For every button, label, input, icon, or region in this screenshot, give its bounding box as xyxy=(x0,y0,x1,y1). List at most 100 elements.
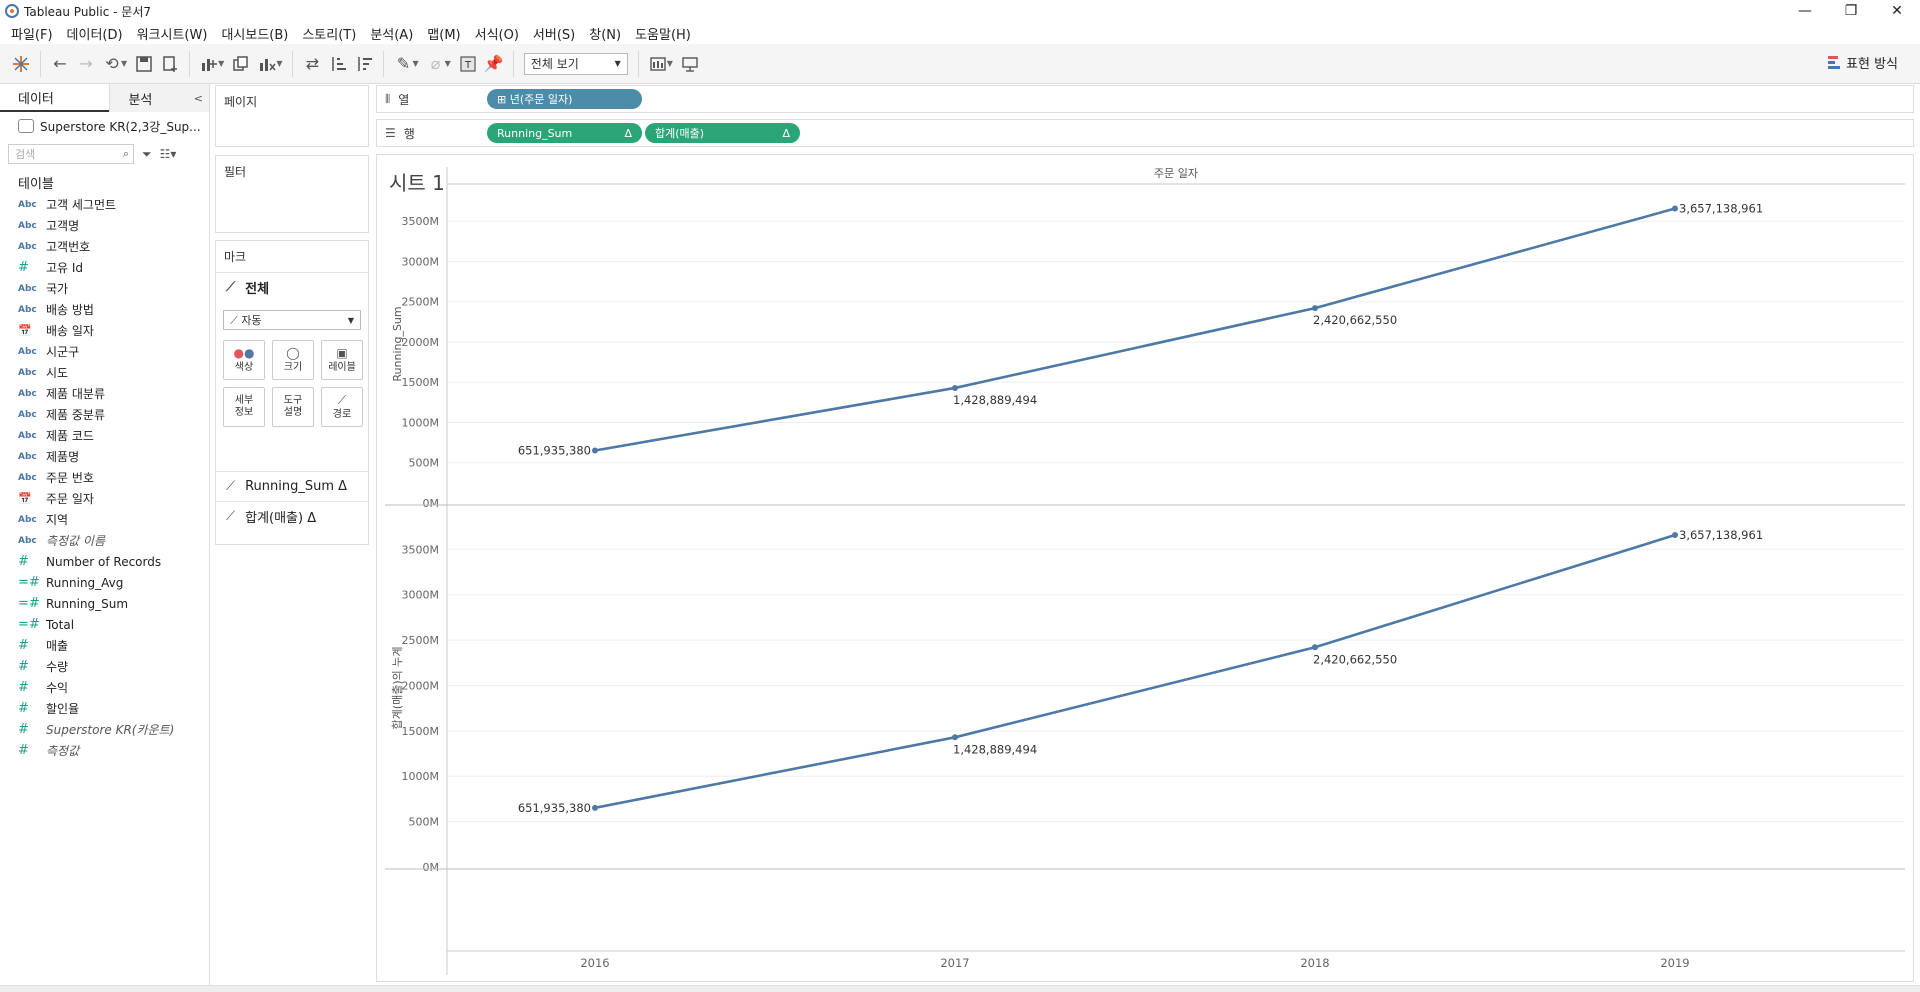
sort-ascending-icon[interactable] xyxy=(325,51,351,77)
measures-field[interactable]: # 수량 xyxy=(0,656,209,677)
marks-all-row[interactable]: ⟋ 전체 xyxy=(216,272,368,302)
filter-icon[interactable]: ⏷ xyxy=(142,147,152,162)
dimensions-field[interactable]: Abc 측정값 이름 xyxy=(0,530,209,551)
size-button[interactable]: ◯ 크기 xyxy=(272,340,314,380)
data-label: 1,428,889,494 xyxy=(953,393,1037,407)
chevron-down-icon[interactable]: ▼ xyxy=(218,59,224,68)
color-button[interactable]: ●● 색상 xyxy=(223,340,265,380)
tooltip-button[interactable]: 도구 설명 xyxy=(272,387,314,427)
fit-dropdown[interactable]: 전체 보기 ▼ xyxy=(523,52,628,75)
measures-field[interactable]: =# Running_Sum xyxy=(0,593,209,614)
marks-running-sum-row[interactable]: ⟋ Running_Sum Δ xyxy=(216,471,368,501)
sum-sales-pill[interactable]: 합계(매출) Δ xyxy=(645,123,800,143)
date-type-icon: 📅 xyxy=(18,324,32,337)
dimensions-field[interactable]: Abc 국가 xyxy=(0,278,209,299)
chevron-down-icon[interactable]: ▼ xyxy=(667,59,673,68)
measures-field[interactable]: # 매출 xyxy=(0,635,209,656)
menu-format[interactable]: 서식(O) xyxy=(468,24,526,43)
measures-field[interactable]: # 할인율 xyxy=(0,698,209,719)
string-type-icon: Abc xyxy=(18,514,37,525)
dimensions-field[interactable]: Abc 제품 대분류 xyxy=(0,383,209,404)
columns-shelf[interactable]: ⦀ 열 ⊞ 년(주문 일자) xyxy=(376,85,1914,113)
dimensions-field[interactable]: # 고유 Id xyxy=(0,257,209,278)
menu-file[interactable]: 파일(F) xyxy=(4,24,60,43)
dimensions-field[interactable]: Abc 제품 코드 xyxy=(0,425,209,446)
measures-field[interactable]: # 측정값 xyxy=(0,740,209,761)
label-button[interactable]: ▣ 레이블 xyxy=(321,340,363,380)
menu-window[interactable]: 창(N) xyxy=(582,24,628,43)
collapse-icon[interactable]: < xyxy=(194,92,203,105)
dimensions-field[interactable]: Abc 지역 xyxy=(0,509,209,530)
data-point xyxy=(1672,532,1678,539)
dimensions-field[interactable]: Abc 고객명 xyxy=(0,215,209,236)
dimensions-field[interactable]: 📅 주문 일자 xyxy=(0,488,209,509)
rows-shelf[interactable]: ☰ 행 Running_Sum Δ 합계(매출) Δ xyxy=(376,119,1914,147)
filters-card[interactable]: 필터 xyxy=(215,155,369,233)
mark-type-dropdown[interactable]: ⟋ 자동 ▼ xyxy=(223,310,361,330)
dimensions-field[interactable]: 📅 배송 일자 xyxy=(0,320,209,341)
chevron-down-icon[interactable]: ▼ xyxy=(412,59,418,68)
dimensions-field[interactable]: Abc 시도 xyxy=(0,362,209,383)
dimensions-field[interactable]: Abc 배송 방법 xyxy=(0,299,209,320)
rows-icon: ☰ xyxy=(385,126,396,140)
y-tick-label: 500M xyxy=(409,457,440,470)
fix-axes-icon[interactable]: 📌 xyxy=(481,51,507,77)
menu-map[interactable]: 맵(M) xyxy=(420,24,467,43)
field-name: 지역 xyxy=(46,513,69,527)
duplicate-sheet-icon[interactable] xyxy=(228,51,254,77)
menu-server[interactable]: 서버(S) xyxy=(526,24,582,43)
marks-sum-sales-row[interactable]: ⟋ 합계(매출) Δ xyxy=(216,501,368,531)
sum-sales-pill-label: 합계(매출) xyxy=(655,127,705,140)
menu-story[interactable]: 스토리(T) xyxy=(295,24,363,43)
measures-field[interactable]: =# Running_Avg xyxy=(0,572,209,593)
new-datasource-icon[interactable] xyxy=(157,51,183,77)
search-placeholder: 검색 xyxy=(15,148,36,161)
tableau-home-icon[interactable] xyxy=(8,51,34,77)
sort-descending-icon[interactable] xyxy=(351,51,377,77)
pages-card-title: 페이지 xyxy=(224,95,258,109)
chevron-down-icon[interactable]: ▼ xyxy=(121,59,127,68)
dimensions-field[interactable]: Abc 시군구 xyxy=(0,341,209,362)
y-tick-label: 500M xyxy=(409,816,440,829)
datasource-item[interactable]: Superstore KR(2,3강_Sup... xyxy=(0,112,209,140)
menu-data[interactable]: 데이터(D) xyxy=(60,24,130,43)
measures-field[interactable]: # 수익 xyxy=(0,677,209,698)
menu-dashboard[interactable]: 대시보드(B) xyxy=(214,24,295,43)
measures-field[interactable]: # Number of Records xyxy=(0,551,209,572)
menu-help[interactable]: 도움말(H) xyxy=(628,24,698,43)
undo-icon[interactable]: ← xyxy=(47,51,73,77)
swap-rows-columns-icon[interactable]: ⇄ xyxy=(299,51,325,77)
measures-field[interactable]: # Superstore KR(카운트) xyxy=(0,719,209,740)
dimensions-field[interactable]: Abc 제품 중분류 xyxy=(0,404,209,425)
running-sum-pill[interactable]: Running_Sum Δ xyxy=(487,123,642,143)
measures-field[interactable]: =# Total xyxy=(0,614,209,635)
save-icon[interactable] xyxy=(131,51,157,77)
line-mark-icon: ⟋ xyxy=(226,509,236,524)
chevron-down-icon[interactable]: ▼ xyxy=(276,59,282,68)
search-icon: ⌕ xyxy=(122,147,129,160)
show-me-button[interactable]: 표현 방식 xyxy=(1828,53,1898,72)
tab-analytics[interactable]: 분석 < xyxy=(109,84,209,112)
show-labels-icon[interactable]: T xyxy=(455,51,481,77)
detail-button[interactable]: 세부 정보 xyxy=(223,387,265,427)
dimensions-field[interactable]: Abc 고객 세그먼트 xyxy=(0,194,209,215)
presentation-mode-icon[interactable] xyxy=(677,51,703,77)
dimensions-field[interactable]: Abc 제품명 xyxy=(0,446,209,467)
close-button[interactable]: ✕ xyxy=(1874,0,1920,22)
pages-card[interactable]: 페이지 xyxy=(215,85,369,147)
dimensions-field[interactable]: Abc 고객번호 xyxy=(0,236,209,257)
menu-analysis[interactable]: 분석(A) xyxy=(363,24,420,43)
restore-button[interactable]: ❐ xyxy=(1828,0,1874,22)
tab-data[interactable]: 데이터 xyxy=(0,84,110,112)
path-button[interactable]: ⟋ 경로 xyxy=(321,387,363,427)
chevron-down-icon[interactable]: ▼ xyxy=(445,59,451,68)
dimensions-field[interactable]: Abc 주문 번호 xyxy=(0,467,209,488)
menu-worksheet[interactable]: 워크시트(W) xyxy=(130,24,215,43)
search-input[interactable]: 검색 ⌕ xyxy=(8,144,134,164)
minimize-button[interactable]: — xyxy=(1782,0,1828,22)
worksheet-view[interactable]: 시트 1 주문 일자 0M 500M 1000M 1500M 2000M 2500M 3000… xyxy=(376,154,1914,982)
view-options-icon[interactable]: ☷▾ xyxy=(160,147,177,161)
field-name: 고객 세그먼트 xyxy=(46,198,117,212)
year-order-date-pill[interactable]: ⊞ 년(주문 일자) xyxy=(487,89,642,109)
redo-icon[interactable]: → xyxy=(73,51,99,77)
